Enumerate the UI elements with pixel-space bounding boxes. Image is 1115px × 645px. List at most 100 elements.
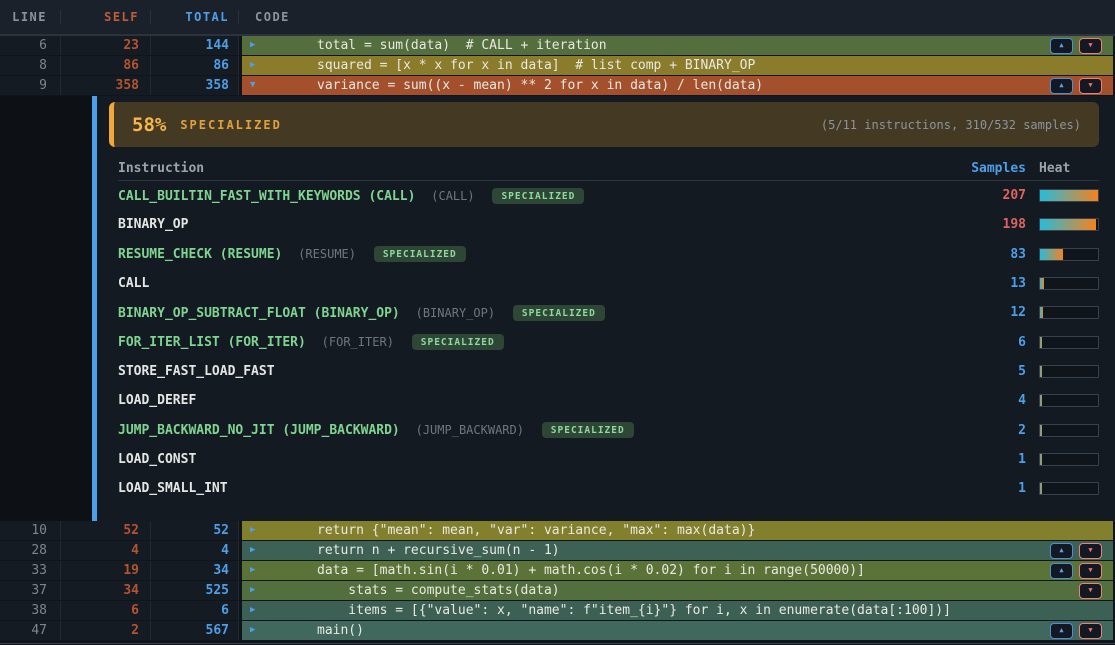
- jump-down-button[interactable]: ▼: [1079, 583, 1102, 599]
- source-code: return n + recursive_sum(n - 1): [317, 541, 560, 560]
- heat-bar: [1039, 424, 1099, 437]
- base-opcode: (BINARY_OP): [416, 306, 495, 320]
- code-rows-bottom: 10 52 52 ▶ return {"mean": mean, "var": …: [0, 521, 1115, 641]
- total-samples: 567: [151, 621, 239, 640]
- instruction-row: BINARY_OP 198: [118, 210, 1099, 239]
- jump-down-button[interactable]: ▼: [1079, 623, 1102, 639]
- heat-bar-fill: [1040, 337, 1042, 348]
- heat-bar-fill: [1040, 278, 1044, 289]
- instruction-sample-count: 198: [956, 217, 1026, 232]
- code-cell: ▶ main() ▲ ▼: [242, 621, 1113, 640]
- source-code: squared = [x * x for x in data] # list c…: [317, 56, 755, 75]
- jump-buttons: ▲▼: [1050, 78, 1102, 94]
- heat-bar: [1039, 336, 1099, 349]
- down-arrow-icon: ▼: [1088, 541, 1092, 560]
- source-code: stats = compute_stats(data): [317, 581, 560, 600]
- panel-left-gutter: [0, 96, 92, 521]
- instruction-name-cell: FOR_ITER_LIST (FOR_ITER) (FOR_ITER) SPEC…: [118, 334, 956, 350]
- instruction-name-cell: LOAD_CONST: [118, 452, 956, 467]
- instruction-name: LOAD_DEREF: [118, 393, 196, 408]
- instruction-name-cell: LOAD_SMALL_INT: [118, 481, 956, 496]
- instruction-row: JUMP_BACKWARD_NO_JIT (JUMP_BACKWARD) (JU…: [118, 415, 1099, 444]
- jump-buttons: ▼: [1079, 583, 1102, 599]
- heat-bar: [1039, 248, 1099, 261]
- source-code: items = [{"value": x, "name": f"item_{i}…: [317, 601, 951, 620]
- heat-bar: [1039, 189, 1099, 202]
- code-line-row: 6 23 144 ▶ total = sum(data) # CALL + it…: [0, 36, 1115, 56]
- line-number: 37: [0, 581, 61, 600]
- next-row-edge: [0, 641, 1115, 644]
- instruction-name: LOAD_SMALL_INT: [118, 481, 228, 496]
- instruction-sample-count: 13: [956, 276, 1026, 291]
- instruction-row: CALL_BUILTIN_FAST_WITH_KEYWORDS (CALL) (…: [118, 181, 1099, 210]
- heat-bar-fill: [1040, 483, 1042, 494]
- code-cell: ▶ total = sum(data) # CALL + iteration ▲…: [242, 36, 1113, 55]
- source-code: main(): [317, 621, 364, 640]
- instruction-name: LOAD_CONST: [118, 452, 196, 467]
- instruction-name-cell: STORE_FAST_LOAD_FAST: [118, 364, 956, 379]
- expand-toggle-icon[interactable]: ▶: [250, 36, 266, 55]
- jump-down-button[interactable]: ▼: [1079, 543, 1102, 559]
- instruction-name: STORE_FAST_LOAD_FAST: [118, 364, 275, 379]
- jump-up-button[interactable]: ▲: [1050, 78, 1073, 94]
- self-samples: 19: [61, 561, 151, 580]
- line-number: 38: [0, 601, 61, 620]
- instruction-name-cell: CALL_BUILTIN_FAST_WITH_KEYWORDS (CALL) (…: [118, 188, 956, 204]
- jump-up-button[interactable]: ▲: [1050, 563, 1073, 579]
- jump-buttons: ▲▼: [1050, 543, 1102, 559]
- heat-bar-fill: [1040, 190, 1098, 201]
- jump-down-button[interactable]: ▼: [1079, 38, 1102, 54]
- expand-toggle-icon[interactable]: ▶: [250, 541, 266, 560]
- source-code: variance = sum((x - mean) ** 2 for x in …: [317, 76, 763, 95]
- expand-toggle-icon[interactable]: ▶: [250, 581, 266, 600]
- instruction-row: CALL 13: [118, 269, 1099, 298]
- total-samples: 34: [151, 561, 239, 580]
- heat-bar: [1039, 218, 1099, 231]
- self-samples: 34: [61, 581, 151, 600]
- jump-down-button[interactable]: ▼: [1079, 78, 1102, 94]
- instruction-table: Instruction Samples Heat CALL_BUILTIN_FA…: [118, 157, 1099, 503]
- expand-toggle-icon[interactable]: ▼: [250, 76, 266, 95]
- heat-bar-fill: [1040, 395, 1042, 406]
- expand-toggle-icon[interactable]: ▶: [250, 56, 266, 75]
- code-line-row: 37 34 525 ▶ stats = compute_stats(data) …: [0, 581, 1115, 601]
- instruction-sample-count: 12: [956, 305, 1026, 320]
- column-header-self: SELF: [61, 10, 151, 24]
- column-header-code: CODE: [239, 10, 1115, 24]
- self-samples: 6: [61, 601, 151, 620]
- expand-toggle-icon[interactable]: ▶: [250, 601, 266, 620]
- jump-up-button[interactable]: ▲: [1050, 543, 1073, 559]
- heat-bar: [1039, 277, 1099, 290]
- expand-toggle-icon[interactable]: ▶: [250, 521, 266, 540]
- heat-bar-fill: [1040, 366, 1042, 377]
- code-line-row: 47 2 567 ▶ main() ▲▼: [0, 621, 1115, 641]
- instruction-row: FOR_ITER_LIST (FOR_ITER) (FOR_ITER) SPEC…: [118, 327, 1099, 356]
- line-number: 8: [0, 56, 61, 75]
- jump-up-button[interactable]: ▲: [1050, 38, 1073, 54]
- self-samples: 86: [61, 56, 151, 75]
- code-cell: ▶ items = [{"value": x, "name": f"item_{…: [242, 601, 1113, 620]
- heat-bar: [1039, 482, 1099, 495]
- line-number: 47: [0, 621, 61, 640]
- expand-toggle-icon[interactable]: ▶: [250, 561, 266, 580]
- instruction-row: LOAD_SMALL_INT 1: [118, 474, 1099, 503]
- column-header-heat: Heat: [1039, 161, 1099, 176]
- jump-buttons: ▲▼: [1050, 38, 1102, 54]
- expand-toggle-icon[interactable]: ▶: [250, 621, 266, 640]
- specialized-percent: 58%: [132, 114, 166, 136]
- specialized-badge: SPECIALIZED: [492, 188, 584, 204]
- heat-bar: [1039, 365, 1099, 378]
- jump-up-button[interactable]: ▲: [1050, 623, 1073, 639]
- self-samples: 52: [61, 521, 151, 540]
- column-header-total: TOTAL: [151, 10, 239, 24]
- instruction-sample-count: 207: [956, 188, 1026, 203]
- table-header: LINE SELF TOTAL CODE: [0, 0, 1115, 36]
- code-cell: ▶ squared = [x * x for x in data] # list…: [242, 56, 1113, 75]
- heat-bar-fill: [1040, 219, 1096, 230]
- total-samples: 144: [151, 36, 239, 55]
- source-code: total = sum(data) # CALL + iteration: [317, 36, 607, 55]
- self-samples: 23: [61, 36, 151, 55]
- jump-down-button[interactable]: ▼: [1079, 563, 1102, 579]
- specialized-badge: SPECIALIZED: [542, 422, 634, 438]
- code-line-row: 33 19 34 ▶ data = [math.sin(i * 0.01) + …: [0, 561, 1115, 581]
